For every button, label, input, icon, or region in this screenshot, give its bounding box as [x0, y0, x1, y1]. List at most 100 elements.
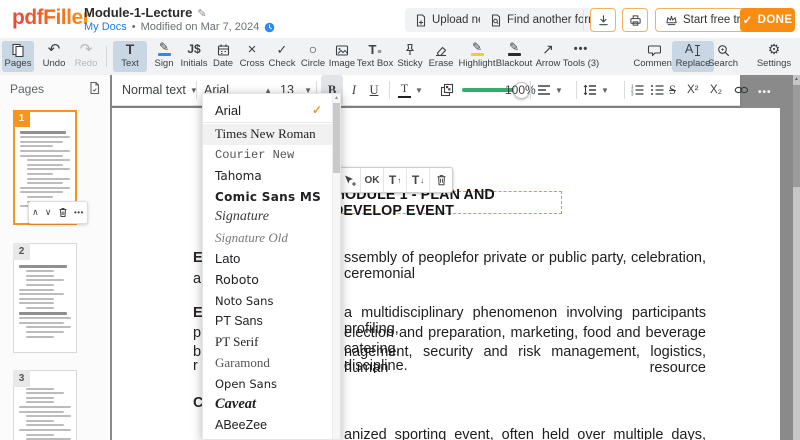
- document-text[interactable]: r: [193, 358, 198, 374]
- done-check-icon: ✓: [742, 15, 753, 27]
- font-option-courier-new[interactable]: Courier New: [203, 145, 340, 166]
- line-spacing-select[interactable]: ▼: [583, 75, 619, 105]
- dropdown-scrollbar[interactable]: ▲: [332, 94, 340, 439]
- document-text[interactable]: anized sporting event, often held over m…: [344, 427, 706, 440]
- download-button[interactable]: [590, 8, 616, 32]
- tool-comment[interactable]: Comment: [630, 41, 678, 72]
- tool-pages[interactable]: Pages: [2, 41, 34, 72]
- scrollbar-thumb[interactable]: [333, 103, 340, 173]
- tool-cross[interactable]: × Cross: [236, 41, 268, 72]
- move-field-button[interactable]: [338, 168, 361, 192]
- scroll-up-icon[interactable]: ▲: [333, 95, 340, 101]
- field-mini-toolbar: OK T ↑ T ↓: [337, 167, 453, 193]
- strikethrough-button[interactable]: S: [669, 75, 685, 105]
- line-spacing-icon: [583, 84, 596, 96]
- format-divider: [530, 81, 531, 99]
- font-option-arial[interactable]: Arial ✓: [203, 100, 340, 121]
- font-option-signature-old[interactable]: Signature Old: [203, 228, 340, 249]
- up-arrow-icon: ↑: [397, 175, 402, 185]
- text-color-icon: T: [398, 82, 411, 98]
- tool-sticky[interactable]: Sticky: [393, 41, 427, 72]
- superscript-button[interactable]: X²: [687, 75, 709, 105]
- page-more-icon[interactable]: •••: [74, 208, 84, 217]
- format-divider: [624, 81, 625, 99]
- clock-icon: [265, 22, 275, 32]
- down-arrow-icon: ↓: [420, 175, 425, 185]
- align-select[interactable]: ▼: [537, 75, 571, 105]
- print-button[interactable]: [622, 8, 648, 32]
- ok-button[interactable]: OK: [361, 168, 384, 192]
- page-thumbnail-2[interactable]: 2: [13, 243, 77, 353]
- dropdown-divider: [203, 121, 340, 123]
- font-option-tahoma[interactable]: Tahoma: [203, 165, 340, 186]
- italic-button[interactable]: I: [345, 75, 363, 105]
- document-text[interactable]: p: [193, 325, 201, 341]
- manage-pages-icon[interactable]: [88, 81, 101, 95]
- font-dropdown: Arial ✓ Times New Roman Courier New Tahom…: [202, 93, 341, 440]
- ellipsis-icon: •••: [573, 43, 589, 55]
- tool-redo[interactable]: ↷ Redo: [69, 41, 103, 72]
- search-icon: [703, 41, 743, 57]
- font-option-garamond[interactable]: Garamond: [203, 353, 340, 374]
- scroll-up-icon[interactable]: ▲: [793, 76, 800, 82]
- link-button[interactable]: [734, 75, 754, 105]
- font-option-pt-sans[interactable]: PT Sans: [203, 311, 340, 332]
- my-docs-link[interactable]: My Docs: [84, 21, 127, 33]
- chevron-down-icon: ▼: [415, 85, 423, 95]
- tool-initials[interactable]: J$ Initials: [176, 41, 212, 72]
- font-option-signature[interactable]: Signature: [203, 207, 340, 228]
- tool-text-box[interactable]: T ≡ Text Box: [352, 41, 398, 72]
- font-option-lato[interactable]: Lato: [203, 249, 340, 270]
- gear-icon: ⚙: [767, 41, 781, 57]
- font-option-open-sans[interactable]: Open Sans: [203, 373, 340, 394]
- document-title: Module-1-Lecture ✎: [84, 5, 207, 20]
- tool-settings[interactable]: ⚙ Settings: [752, 41, 796, 72]
- pdffiller-logo: pdfFiller: [12, 6, 91, 29]
- font-option-times-new-roman[interactable]: Times New Roman: [203, 123, 340, 145]
- increase-font-button[interactable]: T ↑: [384, 168, 407, 192]
- tool-tools[interactable]: ••• Tools (3): [557, 41, 605, 72]
- bullet-list-button[interactable]: [650, 75, 668, 105]
- delete-field-button[interactable]: [430, 168, 452, 192]
- delete-page-icon[interactable]: [58, 207, 68, 218]
- canvas-more-icon[interactable]: •••: [758, 87, 772, 98]
- tool-sign[interactable]: ✎ Sign: [149, 41, 179, 72]
- crown-icon: [666, 15, 677, 26]
- redo-icon: ↷: [79, 41, 93, 58]
- tool-search[interactable]: Search: [703, 41, 743, 72]
- pages-panel: Pages 1 ∧ ∨ ••• 2 3: [0, 75, 111, 440]
- document-heading-field[interactable]: MODULE 1 - PLAN AND DEVELOP EVENT: [332, 187, 562, 219]
- scrollbar-thumb[interactable]: [793, 85, 800, 187]
- font-option-roboto[interactable]: Roboto: [203, 269, 340, 290]
- printer-icon: [629, 14, 641, 26]
- canvas-scrollbar[interactable]: ▲: [793, 75, 800, 440]
- ordered-list-icon: 123: [631, 84, 644, 96]
- tool-text[interactable]: T Text: [113, 41, 147, 72]
- edit-title-icon[interactable]: ✎: [197, 8, 206, 20]
- move-page-up-icon[interactable]: ∧: [32, 208, 39, 217]
- document-text[interactable]: ssembly of peoplefor private or public p…: [344, 250, 706, 282]
- subscript-button[interactable]: X₂: [710, 75, 732, 105]
- text-color-select[interactable]: T ▼: [398, 75, 434, 105]
- done-button[interactable]: ✓ DONE: [740, 8, 795, 32]
- font-option-pt-serif[interactable]: PT Serif: [203, 332, 340, 353]
- link-icon: [734, 86, 749, 94]
- font-option-noto-sans[interactable]: Noto Sans: [203, 290, 340, 311]
- find-another-form-button[interactable]: Find another form: [480, 8, 608, 32]
- tool-check[interactable]: ✓ Check: [265, 41, 299, 72]
- move-page-down-icon[interactable]: ∨: [45, 208, 52, 217]
- background-color-button[interactable]: [440, 75, 458, 105]
- tool-undo[interactable]: ↶ Undo: [37, 41, 71, 72]
- tool-date[interactable]: Date: [208, 41, 238, 72]
- font-option-caveat[interactable]: Caveat: [203, 394, 340, 415]
- decrease-font-button[interactable]: T ↓: [407, 168, 430, 192]
- page-thumbnail-3[interactable]: 3: [13, 370, 77, 440]
- font-option-abeezee[interactable]: ABeeZee: [203, 415, 340, 436]
- font-option-comic-sans-ms[interactable]: Comic Sans MS: [203, 186, 340, 207]
- ordered-list-button[interactable]: 123: [630, 75, 648, 105]
- document-text[interactable]: a: [193, 271, 201, 287]
- document-text[interactable]: discipline.: [344, 358, 706, 374]
- cross-icon: ×: [247, 41, 257, 58]
- underline-button[interactable]: U: [364, 75, 384, 105]
- thumbnail-controls: ∧ ∨ •••: [28, 201, 88, 224]
